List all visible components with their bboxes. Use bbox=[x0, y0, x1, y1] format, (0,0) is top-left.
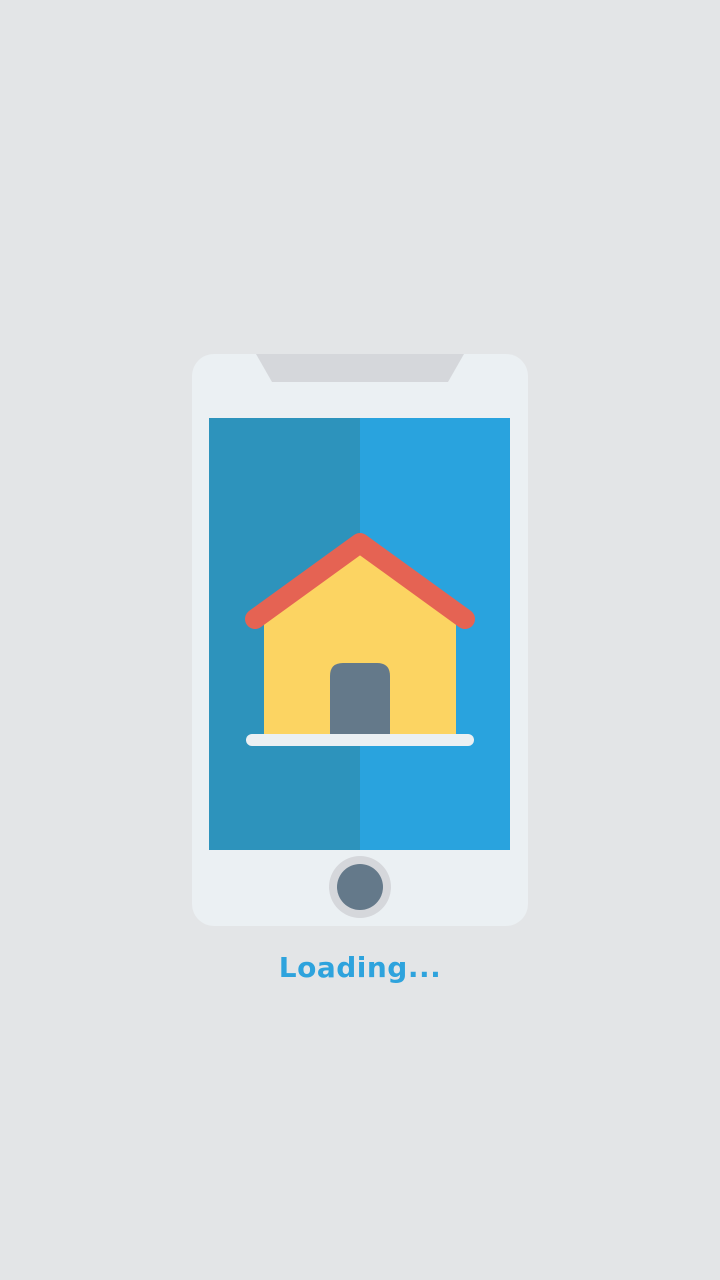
house-door bbox=[330, 663, 390, 738]
splash-screen: Loading... bbox=[0, 0, 720, 1280]
loading-label: Loading... bbox=[278, 951, 442, 984]
house-ground bbox=[246, 734, 474, 746]
phone-illustration bbox=[192, 354, 528, 926]
phone-speaker bbox=[256, 354, 464, 382]
home-button bbox=[337, 864, 383, 910]
